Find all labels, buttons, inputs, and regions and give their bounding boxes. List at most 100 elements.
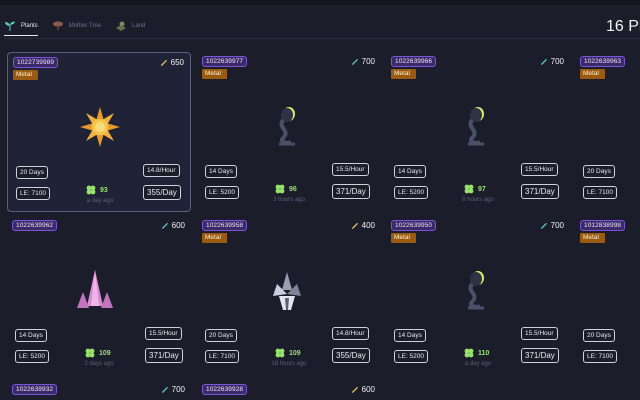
- leaf-score-value: 93: [100, 186, 108, 194]
- plant-id-badge: 1022639977: [202, 56, 248, 67]
- plant-card[interactable]: 1022639966 Metal 700 14 Days LE: 5200 15…: [386, 52, 570, 212]
- growth-days: 14 Days: [394, 329, 426, 342]
- price-value: 700: [171, 385, 185, 394]
- pen-icon: [540, 58, 547, 65]
- pen-icon: [351, 386, 358, 393]
- price: 600: [351, 385, 375, 394]
- plant-grid: 1022739989 Metal 650 20 Days LE: 7100 14…: [0, 0, 640, 400]
- plant-card[interactable]: 1022639928 600: [197, 380, 381, 400]
- price: 600: [161, 221, 185, 230]
- plant-card[interactable]: 1022639950 Metal 700 14 Days LE: 5200 15…: [386, 216, 570, 376]
- plant-type-badge: Metal: [391, 69, 416, 79]
- plant-id-badge: 1012838998: [580, 220, 626, 231]
- plant-id-badge: 1022639950: [391, 220, 437, 231]
- leaf-score: 96: [275, 184, 297, 194]
- rate-per-hour: 15.5/Hour: [145, 327, 182, 340]
- rate-per-day: 355/Day: [332, 348, 370, 363]
- price: 700: [161, 385, 185, 394]
- price: 400: [351, 221, 375, 230]
- price: 700: [351, 57, 375, 66]
- plant-card[interactable]: 1022639932 700: [7, 380, 191, 400]
- plant-card[interactable]: 1022639958 Metal 400 20 Days LE: 7100 14…: [197, 216, 381, 376]
- dark-sprout-icon: [279, 107, 295, 146]
- le-value: LE: 7100: [583, 350, 618, 363]
- price-value: 650: [170, 58, 184, 67]
- rate-per-day: 371/Day: [332, 184, 370, 199]
- leaf-score-value: 109: [289, 349, 301, 357]
- rate-per-hour: 15.5/Hour: [521, 327, 558, 340]
- leaf-score: 110: [464, 348, 489, 358]
- le-value: LE: 5200: [394, 186, 429, 199]
- plant-card[interactable]: 1022639962 600 14 Days LE: 5200 15.5/Hou…: [7, 216, 191, 376]
- le-value: LE: 5200: [394, 350, 429, 363]
- pen-icon: [160, 59, 167, 66]
- growth-days: 20 Days: [16, 166, 48, 179]
- pink-crystal-icon: [77, 270, 113, 308]
- le-value: LE: 5200: [15, 350, 50, 363]
- plant-type-badge: Metal: [391, 233, 416, 243]
- growth-days: 20 Days: [205, 329, 237, 342]
- price-value: 400: [361, 221, 375, 230]
- rate-per-hour: 14.8/Hour: [143, 164, 180, 177]
- listed-ago: 18 hours ago: [271, 361, 307, 367]
- rate-per-day: 371/Day: [145, 348, 183, 363]
- growth-days: 20 Days: [583, 165, 615, 178]
- leaf-score-value: 109: [99, 349, 111, 357]
- rate-per-day: 371/Day: [521, 348, 559, 363]
- pen-icon: [161, 386, 168, 393]
- plant-card[interactable]: 1022639977 Metal 700 14 Days LE: 5200 15…: [197, 52, 381, 212]
- growth-days: 20 Days: [583, 329, 615, 342]
- le-value: LE: 5200: [205, 186, 240, 199]
- pen-icon: [161, 222, 168, 229]
- rate-per-hour: 15.5/Hour: [521, 163, 558, 176]
- plant-card[interactable]: 1012838998 Metal 20 Days LE: 7100: [575, 216, 640, 376]
- plant-id-badge: 1022639958: [202, 220, 248, 231]
- silver-crystal-icon: [273, 272, 301, 310]
- plant-card[interactable]: 1022739989 Metal 650 20 Days LE: 7100 14…: [7, 52, 191, 212]
- listed-ago: 2 days ago: [84, 361, 114, 367]
- plant-type-badge: Metal: [202, 69, 227, 79]
- leaf-score: 109: [85, 348, 111, 358]
- clover-icon: [464, 184, 474, 194]
- dark-sprout-icon: [468, 107, 484, 146]
- growth-days: 14 Days: [15, 329, 47, 342]
- listed-ago: a day ago: [464, 361, 492, 367]
- plant-type-badge: Metal: [13, 70, 38, 80]
- price-value: 600: [361, 385, 375, 394]
- plant-type-badge: Metal: [580, 69, 605, 79]
- price-value: 600: [171, 221, 185, 230]
- plant-id-badge: 1022739989: [13, 57, 59, 68]
- clover-icon: [85, 348, 95, 358]
- price: 650: [160, 58, 184, 67]
- leaf-score-value: 96: [289, 185, 297, 193]
- le-value: LE: 7100: [16, 187, 51, 200]
- leaf-score-value: 97: [478, 185, 486, 193]
- plant-card[interactable]: 1022639963 Metal 20 Days LE: 7100: [575, 52, 640, 212]
- leaf-score: 97: [464, 184, 486, 194]
- leaf-score: 93: [86, 185, 108, 195]
- rate-per-day: 371/Day: [521, 184, 559, 199]
- plant-id-badge: 1022639966: [391, 56, 437, 67]
- listed-ago: 6 hours ago: [462, 197, 494, 203]
- pen-icon: [351, 58, 358, 65]
- rate-per-hour: 15.5/Hour: [332, 163, 369, 176]
- leaf-score: 109: [275, 348, 301, 358]
- plant-id-badge: 1022639928: [202, 384, 248, 395]
- sun-plant-icon: [80, 107, 120, 147]
- pen-icon: [540, 222, 547, 229]
- price-value: 700: [550, 57, 564, 66]
- rate-per-day: 355/Day: [143, 185, 181, 200]
- dark-sprout-icon: [468, 271, 484, 310]
- price: 700: [540, 221, 564, 230]
- pen-icon: [351, 222, 358, 229]
- price-value: 700: [550, 221, 564, 230]
- le-value: LE: 7100: [205, 350, 240, 363]
- price: 700: [540, 57, 564, 66]
- clover-icon: [275, 184, 285, 194]
- plant-id-badge: 1022639963: [580, 56, 626, 67]
- clover-icon: [464, 348, 474, 358]
- listed-ago: 3 hours ago: [273, 197, 305, 203]
- plant-type-badge: Metal: [580, 233, 605, 243]
- clover-icon: [275, 348, 285, 358]
- growth-days: 14 Days: [394, 165, 426, 178]
